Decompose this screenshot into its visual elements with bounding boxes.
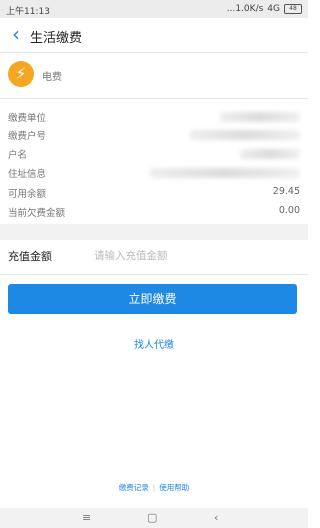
home-icon[interactable]: ▢ (147, 511, 157, 524)
info-row-account: 缴费户号 (8, 128, 300, 146)
menu-icon[interactable]: ≡ (82, 511, 91, 524)
info-row-name: 户名 (8, 147, 300, 165)
network-speed: ...1.0K/s (226, 4, 264, 14)
payment-records-link[interactable]: 缴费记录 (119, 483, 149, 492)
amount-input[interactable] (92, 245, 296, 267)
info-row-arrears: 当前欠费金额 0.00 (8, 205, 300, 223)
balance-value: 29.45 (272, 186, 300, 197)
info-row-balance: 可用余额 29.45 (8, 186, 300, 204)
signal-label: 4G (267, 4, 280, 14)
redacted-value (220, 112, 300, 122)
nav-bar: ‹ 生活缴费 (0, 18, 308, 52)
info-label: 可用余额 (8, 189, 47, 200)
amount-label: 充值金额 (8, 250, 52, 263)
divider (0, 98, 308, 99)
redacted-value (150, 168, 300, 178)
back-arrow-icon[interactable]: ‹ (6, 24, 26, 46)
info-label: 缴费单位 (8, 113, 47, 124)
page-title: 生活缴费 (30, 31, 83, 46)
info-row-unit: 缴费单位 (8, 110, 300, 128)
info-row-address: 住址信息 (8, 166, 300, 184)
status-indicators: ...1.0K/s 4G 48 (227, 4, 302, 14)
info-label: 当前欠费金额 (8, 208, 66, 219)
bill-info: 缴费单位 缴费户号 户名 住址信息 可用余额 29.45 当前欠费金额 0.00 (0, 104, 308, 222)
battery-icon: 48 (284, 4, 302, 14)
biller-card: ⚡ 电费 (0, 53, 308, 97)
status-bar: 上午11:13 ...1.0K/s 4G 48 (0, 0, 308, 18)
proxy-pay-link[interactable]: 找人代缴 (0, 336, 308, 351)
system-nav-bar: ≡ ▢ ‹ (0, 508, 308, 528)
redacted-value (190, 130, 300, 140)
biller-name: 电费 (42, 72, 62, 83)
amount-row: 充值金额 (0, 240, 308, 274)
section-gap (0, 224, 308, 240)
info-label: 住址信息 (8, 169, 47, 180)
help-link[interactable]: 使用帮助 (159, 483, 189, 492)
back-icon[interactable]: ‹ (214, 511, 218, 524)
redacted-value (240, 149, 300, 159)
footer-separator: | (152, 483, 156, 492)
divider (0, 274, 308, 275)
footer-links: 缴费记录 | 使用帮助 (0, 482, 308, 493)
lightning-icon: ⚡ (8, 61, 34, 87)
arrears-value: 0.00 (278, 205, 300, 216)
pay-now-button[interactable]: 立即缴费 (8, 284, 297, 314)
status-time: 上午11:13 (6, 7, 50, 17)
info-label: 缴费户号 (8, 131, 47, 142)
info-label: 户名 (8, 150, 28, 161)
